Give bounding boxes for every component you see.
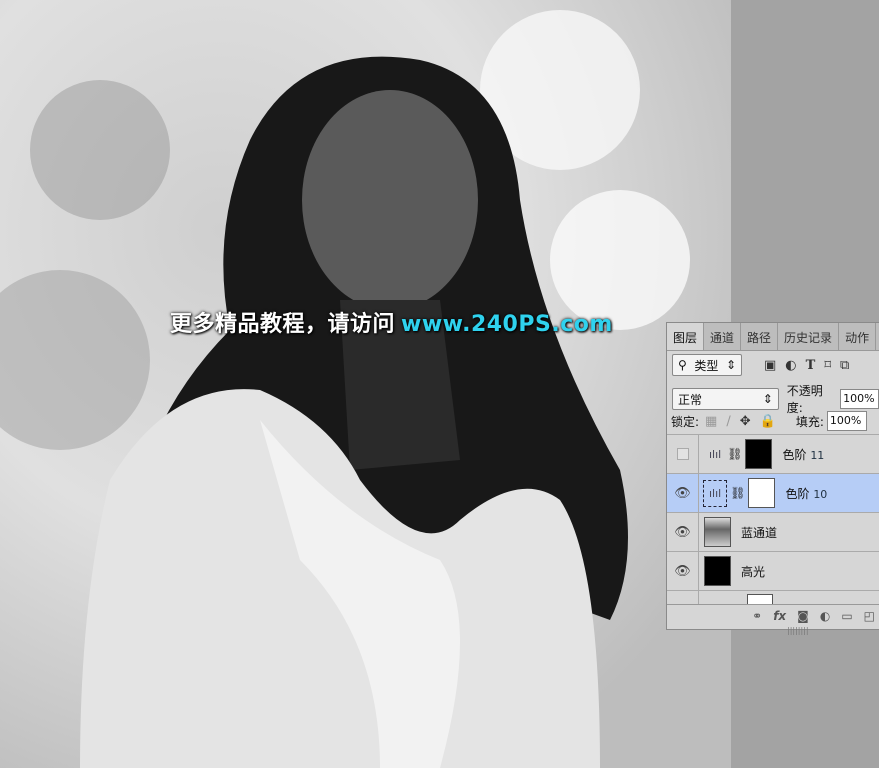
portrait-image (0, 0, 731, 768)
search-icon: ⚲ (678, 358, 687, 372)
visibility-column (667, 591, 699, 604)
layer-mask-thumbnail[interactable] (748, 478, 776, 508)
lock-transparent-icon[interactable]: ▦ (705, 414, 717, 429)
layer-name: 蓝通道 (741, 525, 778, 540)
adjustment-icon[interactable]: ◐ (785, 358, 796, 373)
blend-mode-value: 正常 (678, 392, 703, 407)
folder-icon[interactable]: ▭ (841, 609, 852, 623)
tab-paths[interactable]: 路径 (741, 323, 779, 350)
layer-thumbnail (747, 593, 773, 604)
layer-mask-thumbnail[interactable] (745, 439, 773, 469)
tab-history[interactable]: 历史记录 (778, 323, 840, 350)
resize-grip[interactable]: |||||||| (787, 626, 809, 635)
levels-icon: ılıl (703, 479, 728, 507)
layer-name-text: 色阶 (785, 486, 810, 501)
panel-bottom-toolbar: ⚭ fx ◙ ◐ ▭ ◰ (667, 604, 879, 626)
watermark-url: www.240PS.com (401, 312, 613, 337)
panel-tabs: 图层 通道 路径 历史记录 动作 (667, 323, 879, 351)
layer-number: 11 (810, 448, 825, 462)
lock-brush-icon[interactable]: ∕ (726, 414, 730, 429)
link-icon: ⛓ (730, 486, 746, 500)
image-icon[interactable]: ▣ (764, 358, 776, 373)
watermark: 更多精品教程，请访问 www.240PS.com (170, 306, 613, 338)
layer-thumbnail (704, 517, 731, 547)
select-arrows-icon: ⇕ (725, 358, 736, 372)
lock-move-icon[interactable]: ✥ (740, 414, 751, 429)
shape-icon[interactable]: ⌑ (824, 358, 831, 373)
tab-actions[interactable]: 动作 (839, 323, 877, 350)
layer-row-partial[interactable] (667, 590, 879, 604)
smart-object-icon[interactable]: ⧉ (840, 358, 849, 373)
layer-number: 10 (813, 487, 828, 501)
select-arrows-icon: ⇕ (762, 392, 773, 406)
eye-icon[interactable]: 👁 (667, 513, 699, 551)
layer-name: 色阶 10 (785, 485, 827, 502)
layer-name: 色阶 11 (782, 446, 824, 463)
filter-type-select[interactable]: ⚲ 类型 ⇕ (672, 354, 742, 376)
eye-icon[interactable]: 👁 (667, 474, 699, 512)
photo-canvas: 更多精品教程，请访问 www.240PS.com (0, 0, 731, 768)
fill-label: 填充: (795, 414, 824, 429)
layer-row-blue-channel[interactable]: 👁 蓝通道 (667, 512, 879, 551)
filter-label: 类型 (694, 358, 719, 373)
lock-all-icon[interactable]: 🔒 (760, 414, 776, 429)
layer-row-levels-11[interactable]: ılıl ⛓ 色阶 11 (667, 434, 879, 473)
type-icon[interactable]: T (806, 358, 816, 373)
tab-channels[interactable]: 通道 (704, 323, 742, 350)
link-icon: ⛓ (727, 447, 743, 461)
lock-label: 锁定: (671, 414, 700, 429)
link-layers-icon[interactable]: ⚭ (752, 609, 762, 623)
tab-layers[interactable]: 图层 (667, 323, 705, 350)
layer-name-text: 色阶 (782, 447, 807, 462)
layers-panel: 图层 通道 路径 历史记录 动作 ⚲ 类型 ⇕ ▣ ◐ T ⌑ ⧉ 正常 ⇕ 不透明度… (666, 322, 879, 635)
layer-row-highlights[interactable]: 👁 高光 (667, 551, 879, 590)
layer-thumbnail (704, 556, 731, 586)
layer-name: 高光 (741, 564, 766, 579)
eye-icon[interactable]: 👁 (667, 552, 699, 590)
opacity-input[interactable]: 100% (840, 389, 879, 409)
fx-icon[interactable]: fx (773, 609, 786, 623)
watermark-text: 更多精品教程，请访问 (170, 312, 396, 337)
fill-input[interactable]: 100% (826, 411, 867, 431)
layer-row-levels-10[interactable]: 👁 ılıl ⛓ 色阶 10 (667, 473, 879, 512)
new-layer-icon[interactable]: ◰ (864, 609, 875, 623)
levels-icon: ılıl (709, 447, 722, 461)
visibility-toggle[interactable] (667, 435, 699, 473)
adjustment-layer-icon[interactable]: ◐ (820, 609, 830, 623)
add-mask-icon[interactable]: ◙ (797, 609, 809, 623)
blend-mode-select[interactable]: 正常 ⇕ (672, 388, 779, 410)
